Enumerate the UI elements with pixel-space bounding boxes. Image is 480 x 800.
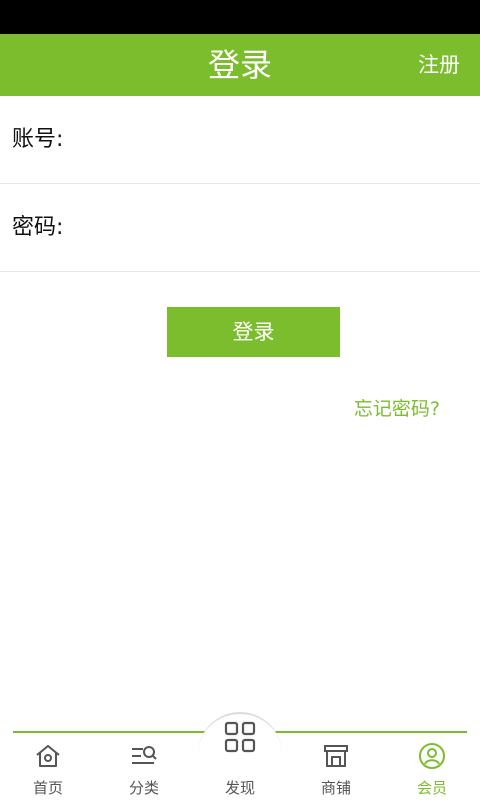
tab-category-label: 分类	[128, 779, 159, 797]
register-link[interactable]: 注册	[418, 34, 460, 96]
password-input[interactable]	[80, 200, 460, 256]
tab-member[interactable]: 会员	[384, 733, 480, 800]
tab-discover[interactable]: 发现	[192, 721, 288, 800]
status-bar	[0, 0, 480, 34]
account-input[interactable]	[80, 112, 460, 168]
forgot-password-link[interactable]: 忘记密码?	[354, 394, 440, 421]
tab-shop[interactable]: 商铺	[288, 733, 384, 800]
password-row: 密码:	[0, 184, 480, 272]
page-title: 登录	[207, 46, 272, 84]
header: 登录 注册	[0, 34, 480, 96]
grid-icon	[224, 721, 256, 753]
tab-shop-label: 商铺	[320, 779, 351, 797]
tab-category[interactable]: 分类	[96, 733, 192, 800]
category-icon	[132, 746, 157, 764]
tab-home-label: 首页	[32, 779, 63, 797]
account-label: 账号:	[12, 127, 64, 152]
shop-icon	[324, 745, 348, 767]
account-row: 账号:	[0, 96, 480, 184]
tab-member-label: 会员	[416, 779, 447, 797]
login-button[interactable]: 登录	[167, 307, 340, 357]
user-circle-icon	[419, 743, 445, 769]
tab-home[interactable]: 首页	[0, 733, 96, 800]
password-label: 密码:	[12, 215, 64, 240]
home-icon	[36, 745, 60, 767]
tab-discover-label: 发现	[224, 779, 255, 797]
